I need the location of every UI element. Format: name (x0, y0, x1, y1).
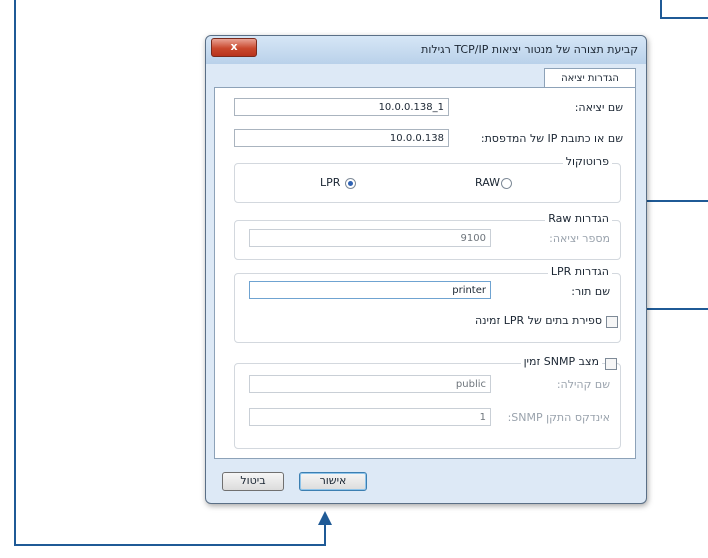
device-index-input[interactable]: 1 (249, 408, 491, 426)
port-config-dialog: x קביעת תצורה של מנטור יציאות TCP/IP רגי… (205, 35, 647, 504)
close-button[interactable]: x (211, 38, 257, 57)
port-name-input[interactable]: 10.0.0.138_1 (234, 98, 449, 116)
snmp-legend: מצב SNMP זמין (520, 355, 602, 368)
lpr-settings-group: הגדרות LPR שם תור: printer ספירת בתים של… (234, 265, 621, 343)
port-number-input[interactable]: 9100 (249, 229, 491, 247)
port-number-label: מספר יציאה: (549, 232, 610, 245)
port-settings-panel: שם יציאה: 10.0.0.138_1 שם או כתובת IP של… (214, 87, 636, 459)
dialog-title: קביעת תצורה של מנטור יציאות TCP/IP רגילו… (421, 43, 638, 56)
queue-name-label: שם תור: (571, 285, 610, 298)
title-bar: x קביעת תצורה של מנטור יציאות TCP/IP רגי… (206, 36, 646, 64)
protocol-group: פרוטוקול RAW LPR (234, 155, 621, 203)
raw-settings-group: הגדרות Raw מספר יציאה: 9100 (234, 212, 621, 260)
byte-counting-label: ספירת בתים של LPR זמינה (474, 314, 602, 327)
arrow-head-ok (318, 511, 332, 525)
ok-button[interactable]: אישור (299, 472, 367, 491)
callout-line-top (660, 0, 708, 19)
raw-label: RAW (475, 176, 500, 189)
dialog-client: הגדרות יציאה שם יציאה: 10.0.0.138_1 שם א… (214, 64, 636, 494)
printer-address-input[interactable]: 10.0.0.138 (234, 129, 449, 147)
printer-address-label: שם או כתובת IP של המדפסת: (480, 132, 623, 145)
lpr-settings-legend: הגדרות LPR (547, 265, 612, 278)
queue-name-input[interactable]: printer (249, 281, 491, 299)
raw-settings-legend: הגדרות Raw (545, 212, 612, 225)
tab-port-settings[interactable]: הגדרות יציאה (544, 68, 636, 88)
lpr-label: LPR (320, 176, 341, 189)
device-index-label: אינדקס התקן SNMP: (507, 411, 610, 424)
community-input[interactable]: public (249, 375, 491, 393)
lpr-radio[interactable] (345, 178, 356, 189)
raw-radio[interactable] (501, 178, 512, 189)
protocol-legend: פרוטוקול (562, 155, 612, 168)
snmp-group: מצב SNMP זמין שם קהילה: public אינדקס הת… (234, 355, 621, 449)
cancel-button[interactable]: ביטול (222, 472, 284, 491)
community-label: שם קהילה: (556, 378, 610, 391)
byte-counting-checkbox[interactable] (606, 316, 618, 328)
port-name-label: שם יציאה: (574, 101, 623, 114)
snmp-checkbox[interactable] (605, 358, 617, 370)
